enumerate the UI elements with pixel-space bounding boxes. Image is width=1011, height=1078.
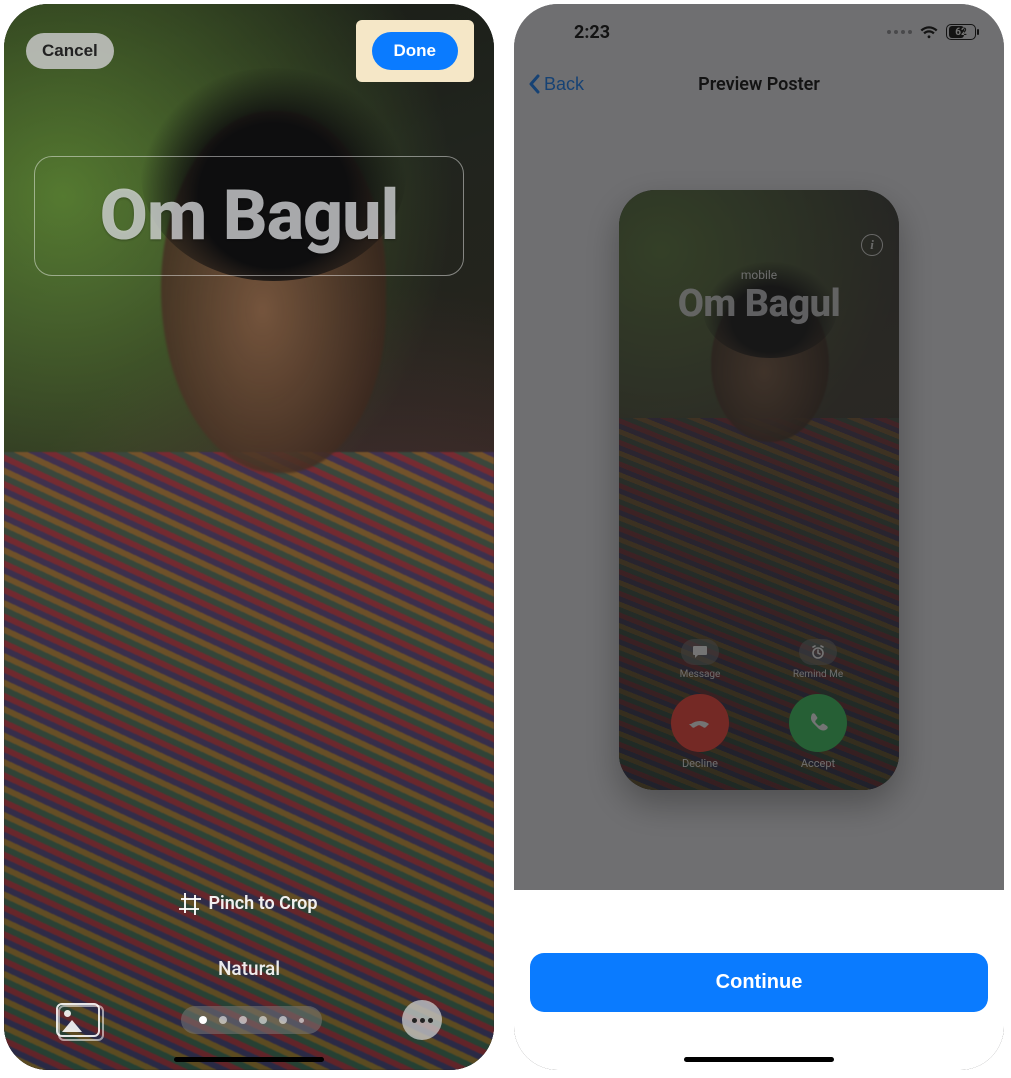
more-button[interactable] xyxy=(402,1000,442,1040)
call-actions: Message Remind Me Decline Accept xyxy=(619,639,899,770)
remind-label: Remind Me xyxy=(793,669,843,680)
decline-icon xyxy=(671,694,729,752)
name-text-field[interactable]: Om Bagul xyxy=(34,156,464,276)
pinch-hint: Pinch to Crop xyxy=(4,893,494,914)
editor-screen: Cancel Done Om Bagul Pinch to Crop Natur… xyxy=(4,4,494,1070)
accept-icon xyxy=(789,694,847,752)
photos-library-icon[interactable] xyxy=(56,1003,100,1037)
nav-bar: Back Preview Poster xyxy=(514,60,1004,108)
chevron-left-icon xyxy=(528,74,540,94)
name-text: Om Bagul xyxy=(100,175,399,257)
info-icon[interactable]: i xyxy=(861,234,883,256)
continue-button[interactable]: Continue xyxy=(530,953,988,1012)
cellular-icon xyxy=(887,30,912,34)
cancel-button[interactable]: Cancel xyxy=(26,33,114,69)
accept-label: Accept xyxy=(801,757,835,770)
poster-contact-name: Om Bagul xyxy=(619,282,899,326)
decline-label: Decline xyxy=(682,757,718,770)
remind-action[interactable]: Remind Me xyxy=(759,639,877,680)
home-indicator xyxy=(684,1057,834,1062)
back-label: Back xyxy=(544,74,584,95)
done-button[interactable]: Done xyxy=(372,32,459,70)
done-highlight: Done xyxy=(358,22,473,80)
wifi-icon xyxy=(920,25,938,39)
nav-title: Preview Poster xyxy=(514,74,1004,95)
status-icons: 62 xyxy=(887,24,976,40)
poster-call-type: mobile xyxy=(619,268,899,282)
filter-name-label: Natural xyxy=(4,957,494,980)
message-action[interactable]: Message xyxy=(641,639,759,680)
alarm-icon xyxy=(799,639,837,665)
editor-top-bar: Cancel Done xyxy=(4,22,494,80)
editor-bottom-bar xyxy=(4,1000,494,1040)
back-button[interactable]: Back xyxy=(514,74,584,95)
preview-screen: 2:23 62 Back Preview Poster i mobile Om … xyxy=(514,4,1004,1070)
decline-action[interactable]: Decline xyxy=(641,694,759,770)
pinch-label: Pinch to Crop xyxy=(209,893,318,914)
message-icon xyxy=(681,639,719,665)
battery-percent: 62 xyxy=(947,27,975,38)
crop-icon xyxy=(181,895,199,913)
accept-action[interactable]: Accept xyxy=(759,694,877,770)
message-label: Message xyxy=(680,669,721,680)
home-indicator xyxy=(174,1057,324,1062)
status-time: 2:23 xyxy=(574,22,610,43)
poster-preview-card: i mobile Om Bagul Message Remind Me Decl xyxy=(619,190,899,790)
continue-bar: Continue xyxy=(530,953,988,1012)
status-bar: 2:23 62 xyxy=(514,4,1004,54)
battery-icon: 62 xyxy=(946,24,976,40)
filter-page-dots[interactable] xyxy=(181,1006,322,1034)
